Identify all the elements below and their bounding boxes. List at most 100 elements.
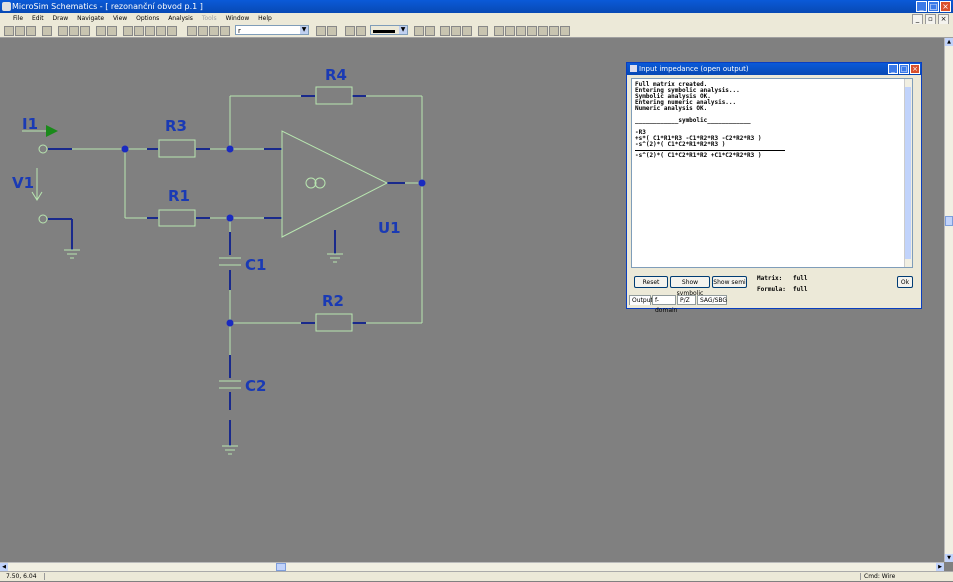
menu-window[interactable]: Window (226, 15, 250, 22)
draw-wire-icon[interactable] (187, 26, 197, 36)
output-scrollbar[interactable] (904, 79, 912, 267)
close-button[interactable]: × (940, 1, 951, 12)
label-i1: I1 (22, 115, 38, 133)
vertical-scrollbar[interactable]: ▲ ▼ (944, 38, 953, 562)
probe-icon[interactable] (414, 26, 424, 36)
menu-view[interactable]: View (113, 15, 127, 22)
show-semi-button[interactable]: Show semi (712, 276, 747, 288)
zoom-out-icon[interactable] (145, 26, 155, 36)
matrix-label: Matrix: (757, 275, 783, 282)
draw-block-icon[interactable] (209, 26, 219, 36)
edit-attributes-icon[interactable] (316, 26, 326, 36)
horizontal-scroll-thumb[interactable] (276, 563, 286, 571)
scroll-up-icon[interactable]: ▲ (945, 38, 953, 46)
dialog-maximize-button[interactable]: □ (899, 64, 909, 74)
tab-f-domain[interactable]: f-domain (652, 295, 677, 314)
get-part-icon[interactable] (220, 26, 230, 36)
chevron-down-icon[interactable]: ▼ (300, 26, 308, 34)
arc-icon[interactable] (527, 26, 537, 36)
minimize-button[interactable]: _ (916, 1, 927, 12)
polyline-icon[interactable] (538, 26, 548, 36)
dialog-button-row: Reset Show symbolic Show semi Matrix: fu… (631, 271, 913, 297)
menu-help[interactable]: Help (258, 15, 272, 22)
dialog-title-bar[interactable]: Input impedance (open output) _ □ × (627, 63, 921, 75)
title-bar: MicroSim Schematics - [ rezonanční obvod… (0, 0, 953, 13)
menu-options[interactable]: Options (136, 15, 159, 22)
status-divider (44, 573, 45, 580)
copy-icon[interactable] (69, 26, 79, 36)
line-icon[interactable] (494, 26, 504, 36)
ok-button[interactable]: Ok (897, 276, 913, 288)
current-marker-icon[interactable] (451, 26, 461, 36)
zoom-area-icon[interactable] (156, 26, 166, 36)
scroll-down-icon[interactable]: ▼ (945, 554, 953, 562)
edit-symbol-icon[interactable] (327, 26, 337, 36)
label-v1: V1 (12, 174, 34, 192)
tab-sag-sbg[interactable]: SAG/SBG (697, 295, 727, 305)
dialog-minimize-button[interactable]: _ (888, 64, 898, 74)
status-divider (860, 573, 861, 580)
show-symbolic-button[interactable]: Show symbolic (670, 276, 710, 297)
new-icon[interactable] (4, 26, 14, 36)
tab-pz[interactable]: P/Z (677, 295, 696, 305)
cut-icon[interactable] (58, 26, 68, 36)
undo-icon[interactable] (96, 26, 106, 36)
save-icon[interactable] (26, 26, 36, 36)
horizontal-scrollbar[interactable]: ◀ ▶ (0, 562, 944, 571)
toolbar: r ▼ ▼ (0, 24, 953, 38)
tab-output[interactable]: Output (629, 295, 653, 305)
denominator-line: -s^(2)*( C1*C2*R1*R2 +C1*C2*R2*R3 ) (635, 152, 762, 159)
part-name-value: r (238, 27, 241, 35)
color-icon[interactable] (549, 26, 559, 36)
formula-value: full (793, 286, 808, 293)
chevron-down-icon[interactable]: ▼ (399, 26, 407, 34)
part-name-combo[interactable]: r ▼ (235, 25, 309, 35)
rectangle-icon[interactable] (505, 26, 515, 36)
output-scroll-thumb[interactable] (905, 87, 911, 259)
menu-draw[interactable]: Draw (53, 15, 69, 22)
label-r3: R3 (165, 117, 187, 135)
menu-edit[interactable]: Edit (32, 15, 44, 22)
result-line: -s^(2)*( C1*C2*R1*R2*R3 ) (635, 141, 726, 148)
label-u1: U1 (378, 219, 401, 237)
reset-button[interactable]: Reset (634, 276, 668, 288)
maximize-button[interactable]: □ (928, 1, 939, 12)
menu-bar: File Edit Draw Navigate View Options Ana… (0, 13, 953, 25)
output-text-area[interactable]: Full matrix created. Entering symbolic a… (631, 78, 913, 268)
scroll-right-icon[interactable]: ▶ (936, 563, 944, 571)
print-icon[interactable] (42, 26, 52, 36)
line-style-combo[interactable]: ▼ (370, 25, 408, 35)
vertical-scroll-thumb[interactable] (945, 216, 953, 226)
text-icon[interactable] (462, 26, 472, 36)
app-icon (2, 2, 11, 11)
voltage-marker-icon[interactable] (440, 26, 450, 36)
fraction-bar (635, 150, 785, 151)
simulate-icon[interactable] (356, 26, 366, 36)
circle-icon[interactable] (516, 26, 526, 36)
marker-icon[interactable] (425, 26, 435, 36)
dialog-title: Input impedance (open output) (639, 65, 749, 73)
redo-icon[interactable] (107, 26, 117, 36)
formula-label: Formula: (757, 286, 786, 293)
dialog-close-button[interactable]: × (910, 64, 920, 74)
menu-file[interactable]: File (13, 15, 23, 22)
pointer-icon[interactable] (478, 26, 488, 36)
line-style-preview (373, 29, 395, 33)
setup-analysis-icon[interactable] (345, 26, 355, 36)
menu-navigate[interactable]: Navigate (77, 15, 104, 22)
redraw-icon[interactable] (123, 26, 133, 36)
matrix-value: full (793, 275, 808, 282)
paste-icon[interactable] (80, 26, 90, 36)
input-impedance-dialog: Input impedance (open output) _ □ × Full… (626, 62, 922, 314)
status-bar: 7.50, 6.04 Cmd: Wire (0, 571, 953, 581)
label-r4: R4 (325, 66, 347, 84)
open-icon[interactable] (15, 26, 25, 36)
zoom-in-icon[interactable] (134, 26, 144, 36)
scroll-left-icon[interactable]: ◀ (0, 563, 8, 571)
zoom-fit-icon[interactable] (167, 26, 177, 36)
menu-analysis[interactable]: Analysis (168, 15, 193, 22)
current-arrow-icon (46, 125, 58, 137)
snap-icon[interactable] (560, 26, 570, 36)
draw-bus-icon[interactable] (198, 26, 208, 36)
menu-tools[interactable]: Tools (202, 15, 217, 22)
